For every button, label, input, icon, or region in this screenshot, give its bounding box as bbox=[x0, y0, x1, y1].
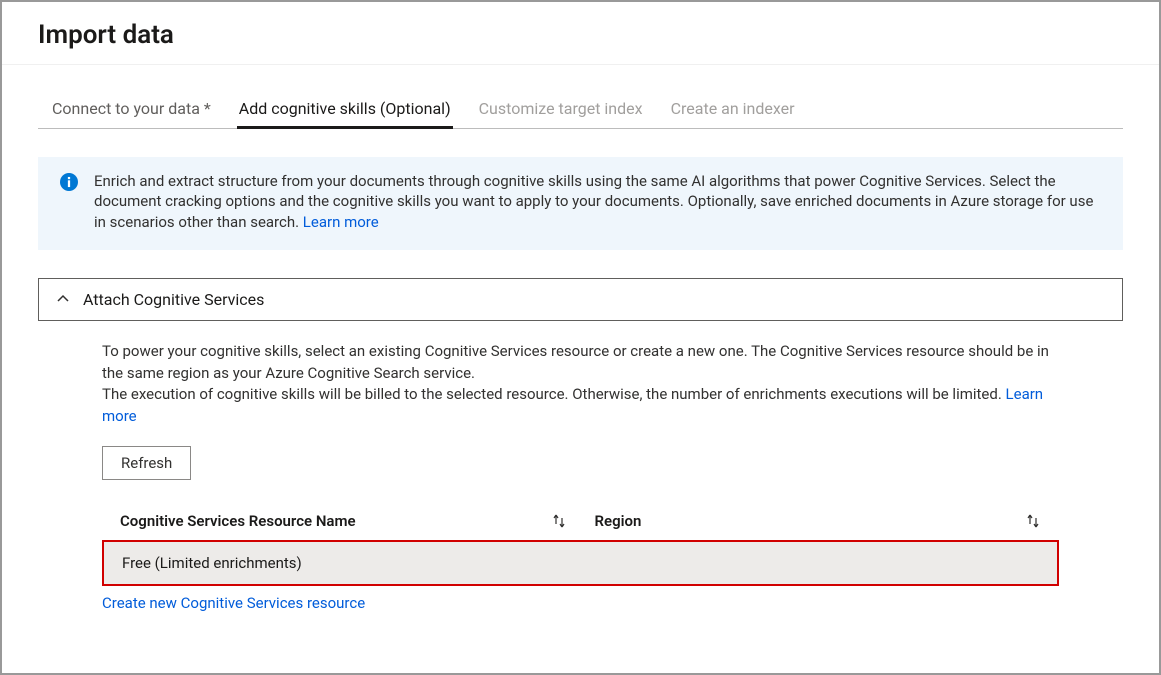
accordion-title: Attach Cognitive Services bbox=[83, 290, 264, 309]
body-paragraph-2: The execution of cognitive skills will b… bbox=[102, 384, 1059, 428]
wizard-tabs: Connect to your data * Add cognitive ski… bbox=[38, 65, 1123, 129]
create-new-resource-link[interactable]: Create new Cognitive Services resource bbox=[102, 586, 365, 612]
tab-create-indexer: Create an indexer bbox=[669, 93, 797, 128]
sort-icon[interactable] bbox=[1025, 513, 1041, 529]
column-header-name-label: Cognitive Services Resource Name bbox=[120, 512, 356, 530]
resource-table: Cognitive Services Resource Name Region … bbox=[102, 508, 1059, 586]
banner-learn-more-link[interactable]: Learn more bbox=[303, 213, 379, 231]
sort-icon[interactable] bbox=[551, 513, 567, 529]
section-body: To power your cognitive skills, select a… bbox=[38, 321, 1123, 612]
row-cell-region bbox=[595, 554, 1040, 572]
table-header-row: Cognitive Services Resource Name Region bbox=[102, 508, 1059, 540]
column-header-region-label: Region bbox=[595, 512, 642, 530]
page-title: Import data bbox=[2, 2, 1159, 64]
column-header-region[interactable]: Region bbox=[595, 512, 1042, 530]
body-paragraph-2-text: The execution of cognitive skills will b… bbox=[102, 385, 1006, 403]
accordion-header[interactable]: Attach Cognitive Services bbox=[39, 279, 1122, 320]
info-banner-text: Enrich and extract structure from your d… bbox=[94, 171, 1105, 232]
banner-message: Enrich and extract structure from your d… bbox=[94, 172, 1093, 231]
refresh-button[interactable]: Refresh bbox=[102, 446, 191, 480]
column-header-name[interactable]: Cognitive Services Resource Name bbox=[120, 512, 595, 530]
table-row[interactable]: Free (Limited enrichments) bbox=[102, 540, 1059, 586]
accordion-attach-cognitive-services: Attach Cognitive Services bbox=[38, 278, 1123, 321]
chevron-up-icon bbox=[57, 293, 69, 305]
tab-customize-index: Customize target index bbox=[477, 93, 645, 128]
row-cell-name: Free (Limited enrichments) bbox=[122, 554, 595, 572]
info-banner: Enrich and extract structure from your d… bbox=[38, 157, 1123, 250]
body-paragraph-1: To power your cognitive skills, select a… bbox=[102, 341, 1059, 385]
tab-add-cognitive-skills[interactable]: Add cognitive skills (Optional) bbox=[237, 93, 453, 128]
tab-connect-data[interactable]: Connect to your data * bbox=[50, 93, 213, 128]
info-icon bbox=[60, 173, 78, 191]
